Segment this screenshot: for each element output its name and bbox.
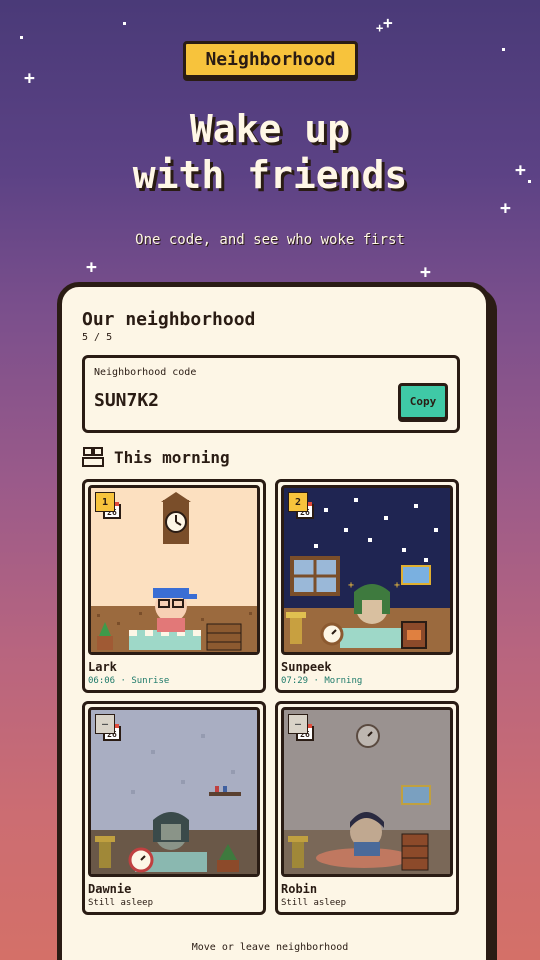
room-scene: – 26	[281, 707, 453, 877]
hero-title-line2: with friends	[132, 153, 408, 197]
friend-status: 07:29 · Morning	[281, 676, 363, 686]
sparkle-icon: +	[420, 262, 431, 283]
room-scene: + + 2 26	[281, 485, 453, 655]
room-scene: 1 26	[88, 485, 260, 655]
friend-status: 06:06 · Sunrise	[88, 676, 170, 686]
hero-subtitle: One code, and see who woke first	[135, 232, 405, 248]
svg-text:+: +	[348, 580, 354, 591]
rank-badge: –	[95, 714, 115, 734]
member-count: 5 / 5	[82, 332, 113, 343]
friend-name: Robin	[281, 882, 318, 896]
sparkle-icon: +	[500, 198, 511, 219]
copy-button[interactable]: Copy	[398, 383, 448, 420]
code-box: Neighborhood code SUN7K2 Copy	[82, 355, 460, 433]
section-label: This morning	[114, 447, 230, 467]
friends-icon	[82, 447, 104, 467]
panel-title: Our neighborhood	[82, 309, 256, 330]
sparkle-icon: +	[24, 68, 35, 89]
code-label: Neighborhood code	[94, 367, 197, 378]
friend-card-dawnie[interactable]: – 26 Dawnie Still asleep	[82, 701, 266, 915]
friend-name: Sunpeek	[281, 660, 332, 674]
friend-status: Still asleep	[88, 898, 154, 908]
sparkle-icon: +	[376, 21, 384, 35]
sparkle-icon: +	[86, 257, 97, 278]
rank-badge: 2	[288, 492, 308, 512]
friend-name: Dawnie	[88, 882, 132, 896]
hero-title: Wake up with friends	[0, 106, 540, 198]
section-header: This morning	[82, 447, 230, 467]
friend-name: Lark	[88, 660, 117, 674]
svg-text:+: +	[394, 580, 400, 591]
friend-status: Still asleep	[281, 898, 347, 908]
friend-card-sunpeek[interactable]: + + 2 26 Sunpeek 07:29 · Morning	[275, 479, 459, 693]
room-scene: – 26	[88, 707, 260, 877]
friend-card-robin[interactable]: – 26 Robin Still asleep	[275, 701, 459, 915]
friend-card-lark[interactable]: 1 26 Lark 06:06 · Sunrise	[82, 479, 266, 693]
app-badge: Neighborhood	[183, 41, 358, 78]
leave-neighborhood-link[interactable]: Move or leave neighborhood	[0, 942, 540, 953]
rank-badge: –	[288, 714, 308, 734]
neighborhood-panel: Our neighborhood 5 / 5 Neighborhood code…	[57, 282, 491, 960]
rank-badge: 1	[95, 492, 115, 512]
sparkle-icon: +	[383, 13, 393, 32]
hero-title-line1: Wake up	[189, 107, 351, 151]
code-value: SUN7K2	[94, 390, 160, 411]
